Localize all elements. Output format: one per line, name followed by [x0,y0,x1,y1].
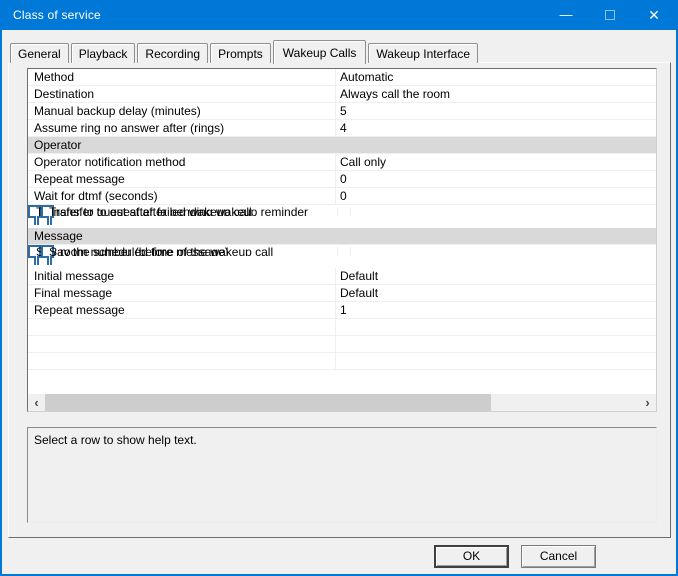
grid-row [28,336,656,353]
help-text: Select a row to show help text. [34,433,197,447]
grid-row[interactable]: Say room number (before message) [28,245,41,258]
tab-recording[interactable]: Recording [137,43,208,63]
grid-row [28,319,656,336]
section-header-row[interactable]: Message [28,228,656,245]
property-grid[interactable]: MethodAutomaticDestinationAlways call th… [27,68,657,412]
grid-row[interactable]: Say the scheduled time of the wakeup cal… [41,245,54,258]
grid-row[interactable]: MethodAutomatic [28,69,656,86]
row-value [43,216,52,225]
checkbox[interactable] [34,256,39,265]
row-value: Call only [336,154,656,170]
grid-row[interactable]: Operator notification methodCall only [28,154,656,171]
row-label: Repeat message [28,171,336,187]
row-label: Transfer to guest after pending wakeup r… [43,207,351,216]
row-label [28,353,336,369]
tab-playback[interactable]: Playback [71,43,136,63]
row-label: Repeat message [28,302,336,318]
ok-button[interactable]: OK [434,545,509,568]
grid-row[interactable]: Repeat message0 [28,171,656,188]
row-label: Wait for dtmf (seconds) [28,188,336,204]
dialog-window: Class of service — ✕ GeneralPlaybackReco… [0,0,678,576]
scroll-right-icon: › [645,395,649,410]
maximize-button[interactable] [588,0,632,30]
section-header-row[interactable]: Operator [28,137,656,154]
row-value [336,319,656,335]
row-label: Final message [28,285,336,301]
property-grid-rows: MethodAutomaticDestinationAlways call th… [28,69,656,370]
row-value: 0 [336,171,656,187]
row-value [30,216,39,225]
row-label: Manual backup delay (minutes) [28,103,336,119]
grid-row [28,353,656,370]
row-value: Default [336,268,656,284]
row-label: Operator [28,137,336,153]
help-text-box: Select a row to show help text. [27,427,657,523]
row-value: Default [336,285,656,301]
tab-wakeup-calls[interactable]: Wakeup Calls [273,40,367,64]
grid-row[interactable]: Manual backup delay (minutes)5 [28,103,656,120]
row-value: 0 [336,188,656,204]
tab-prompts[interactable]: Prompts [210,43,271,63]
row-label: Message [28,228,336,244]
tab-general[interactable]: General [10,43,69,63]
row-value: Always call the room [336,86,656,102]
title-bar: Class of service — ✕ [2,0,676,30]
window-title: Class of service [2,8,101,22]
checkbox[interactable] [34,216,39,225]
close-button[interactable]: ✕ [632,0,676,30]
maximize-icon [605,10,615,20]
window-controls: — ✕ [544,0,676,30]
scroll-left-icon: ‹ [34,395,38,410]
grid-row[interactable]: Wait for dtmf (seconds)0 [28,188,656,205]
checkbox[interactable] [47,256,52,265]
row-value: 1 [336,302,656,318]
cancel-button[interactable]: Cancel [521,545,596,568]
minimize-button[interactable]: — [544,0,588,30]
row-label: Say the scheduled time of the wakeup cal… [43,247,351,256]
row-value [336,336,656,352]
tab-strip: GeneralPlaybackRecordingPromptsWakeup Ca… [10,39,480,63]
row-label [28,319,336,335]
tab-page-wakeup-calls: MethodAutomaticDestinationAlways call th… [8,62,671,538]
checkbox[interactable] [47,216,52,225]
row-value: Automatic [336,69,656,85]
row-value: 4 [336,120,656,136]
grid-row[interactable]: Initial messageDefault [28,268,656,285]
close-icon: ✕ [648,7,660,24]
row-value: 5 [336,103,656,119]
row-value [336,353,656,369]
row-label [28,336,336,352]
scrollbar-thumb[interactable] [45,394,491,411]
grid-row[interactable]: Assume ring no answer after (rings)4 [28,120,656,137]
grid-row[interactable]: DestinationAlways call the room [28,86,656,103]
row-label: Method [28,69,336,85]
grid-row[interactable]: Transfer to guest after pending wakeup r… [41,205,54,218]
row-value [336,228,656,244]
row-value [336,137,656,153]
scroll-left-button[interactable]: ‹ [28,394,45,411]
row-label: Assume ring no answer after (rings) [28,120,336,136]
row-value [43,256,52,265]
row-label: Initial message [28,268,336,284]
tab-wakeup-interface[interactable]: Wakeup Interface [368,43,478,63]
horizontal-scrollbar[interactable]: ‹ › [28,394,656,411]
row-label: Operator notification method [28,154,336,170]
row-value [30,256,39,265]
grid-row[interactable]: Transfer to guest after failed wakeup ca… [28,205,41,218]
minimize-icon: — [560,7,573,22]
scroll-right-button[interactable]: › [639,394,656,411]
row-label: Destination [28,86,336,102]
grid-row[interactable]: Repeat message1 [28,302,656,319]
grid-row[interactable]: Final messageDefault [28,285,656,302]
